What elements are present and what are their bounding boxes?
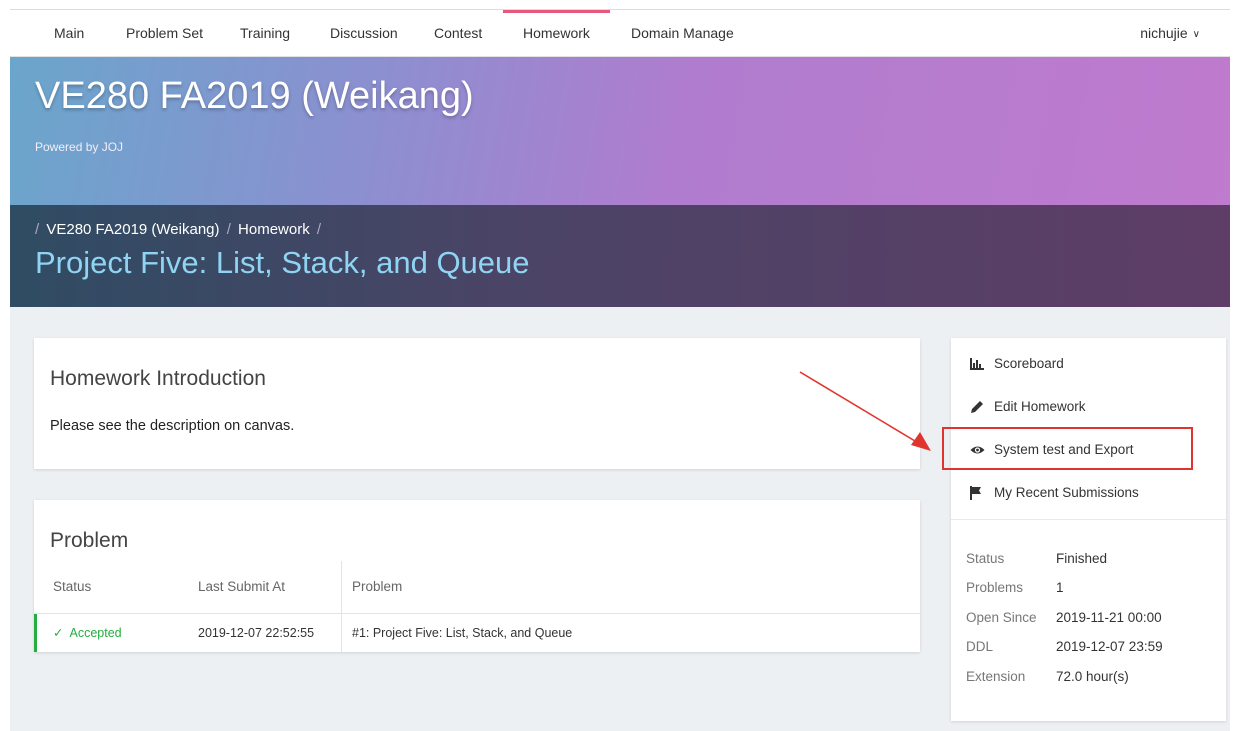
breadcrumb-separator: / <box>35 221 40 238</box>
sidebar-divider <box>951 519 1226 520</box>
chevron-down-icon: ∨ <box>1192 29 1200 40</box>
breadcrumb: / VE280 FA2019 (Weikang) / Homework / <box>35 221 324 238</box>
homework-sidebar: Scoreboard Edit Homework System test and… <box>951 338 1226 721</box>
problem-link-text[interactable]: #1: Project Five: List, Stack, and Queue <box>352 626 572 640</box>
domain-title: VE280 FA2019 (Weikang) <box>35 75 474 117</box>
nav-item-homework[interactable]: Homework <box>503 10 610 56</box>
status-badge[interactable]: ✓ Accepted <box>53 614 122 652</box>
homework-introduction-card: Homework Introduction Please see the des… <box>34 338 920 469</box>
info-key: Status <box>966 551 1005 566</box>
breadcrumb-domain[interactable]: VE280 FA2019 (Weikang) <box>46 221 219 238</box>
intro-heading: Homework Introduction <box>50 367 266 390</box>
column-problem: Problem <box>352 579 403 594</box>
problem-link[interactable]: #1: Project Five: List, Stack, and Queue <box>352 614 572 652</box>
annotation-arrow-icon <box>799 371 931 451</box>
app-frame: Main Problem Set Training Discussion Con… <box>10 9 1230 731</box>
info-key: DDL <box>966 639 994 654</box>
intro-text: Please see the description on canvas. <box>50 418 295 434</box>
info-value: 72.0 hour(s) <box>1056 669 1129 684</box>
edit-homework-label: Edit Homework <box>994 399 1086 414</box>
info-value: Finished <box>1056 551 1108 566</box>
nav-item-discussion[interactable]: Discussion <box>330 10 398 56</box>
breadcrumb-separator: / <box>316 221 322 238</box>
top-nav: Main Problem Set Training Discussion Con… <box>10 10 1230 57</box>
user-menu[interactable]: nichujie ∨ <box>1140 10 1200 56</box>
info-value: 1 <box>1056 580 1064 595</box>
column-status: Status <box>53 579 92 594</box>
nav-item-main[interactable]: Main <box>54 10 84 56</box>
problem-card: Problem Status Last Submit At Problem ✓ A… <box>34 500 920 652</box>
info-key: Problems <box>966 580 1024 595</box>
domain-subtitle: Powered by JOJ <box>35 140 124 154</box>
annotation-highlight-box <box>942 427 1193 470</box>
scoreboard-label: Scoreboard <box>994 356 1064 371</box>
page-header: / VE280 FA2019 (Weikang) / Homework / Pr… <box>10 205 1230 307</box>
status-text: Accepted <box>69 626 122 640</box>
user-name: nichujie <box>1140 25 1188 41</box>
info-value: 2019-12-07 23:59 <box>1056 639 1163 654</box>
recent-submissions-link[interactable]: My Recent Submissions <box>970 482 1139 504</box>
page-title: Project Five: List, Stack, and Queue <box>35 245 530 280</box>
submit-time: 2019-12-07 22:52:55 <box>198 626 315 640</box>
edit-homework-link[interactable]: Edit Homework <box>970 396 1086 418</box>
info-value: 2019-11-21 00:00 <box>1056 610 1162 625</box>
nav-item-problem-set[interactable]: Problem Set <box>126 10 203 56</box>
breadcrumb-homework[interactable]: Homework <box>238 221 310 238</box>
bar-chart-icon <box>970 358 986 371</box>
nav-item-domain-manage[interactable]: Domain Manage <box>631 10 734 56</box>
column-last-submit-at: Last Submit At <box>198 579 286 594</box>
table-row[interactable]: ✓ Accepted 2019-12-07 22:52:55 #1: Projec… <box>34 614 920 652</box>
domain-hero: VE280 FA2019 (Weikang) Powered by JOJ <box>10 57 1230 205</box>
scoreboard-link[interactable]: Scoreboard <box>970 353 1064 375</box>
nav-item-contest[interactable]: Contest <box>434 10 482 56</box>
nav-item-training[interactable]: Training <box>240 10 290 56</box>
breadcrumb-separator: / <box>226 221 231 238</box>
info-key: Open Since <box>966 610 1037 625</box>
problem-heading: Problem <box>50 529 129 552</box>
table-header: Status Last Submit At Problem <box>34 561 920 614</box>
pencil-icon <box>970 400 986 414</box>
info-key: Extension <box>966 669 1026 684</box>
flag-icon <box>970 486 986 501</box>
recent-submissions-label: My Recent Submissions <box>994 485 1139 500</box>
check-icon: ✓ <box>53 626 64 640</box>
